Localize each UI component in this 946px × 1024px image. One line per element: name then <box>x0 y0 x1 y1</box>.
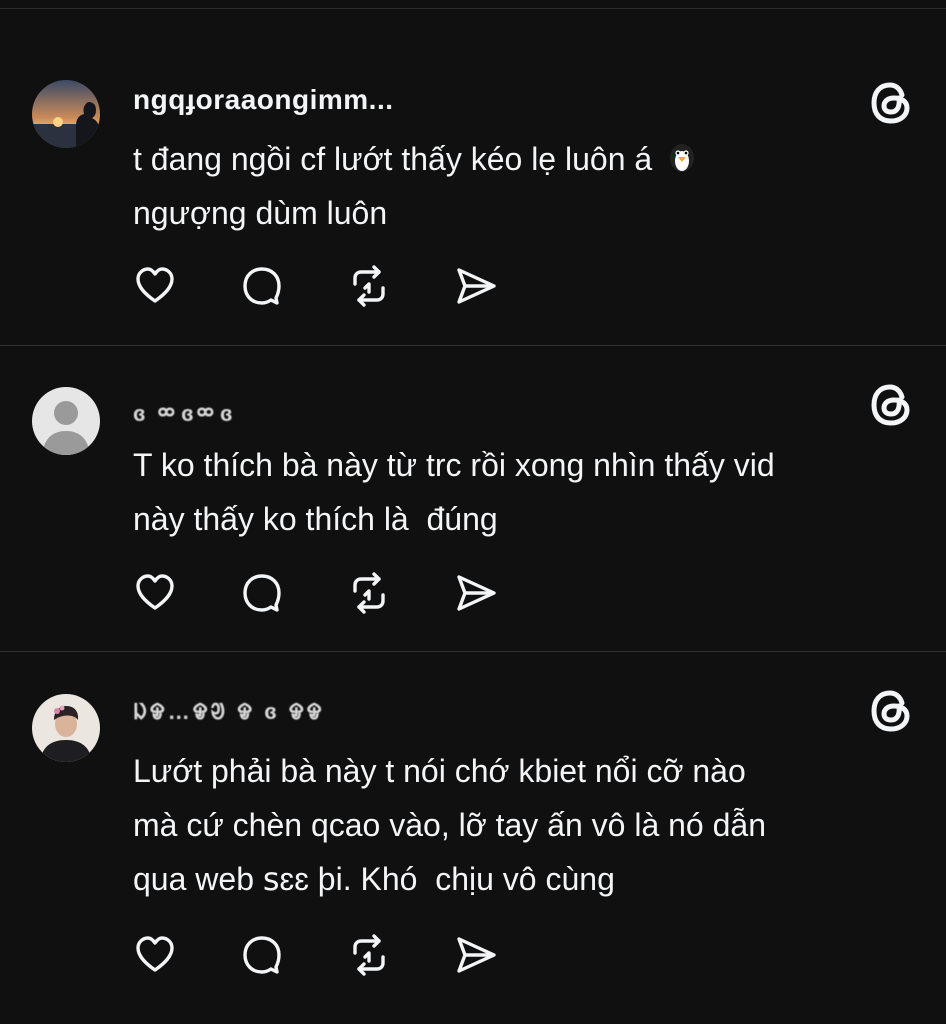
repost-icon <box>353 934 385 976</box>
username[interactable]: ᱡᱫ…ᱫᱣ ᱫ ɞ ᱫᱫ <box>133 696 325 726</box>
repost-icon <box>353 572 385 614</box>
comment-icon <box>243 574 281 612</box>
username[interactable]: ngqɟoraaongimm... <box>133 84 394 116</box>
person-avatar-image <box>32 694 100 762</box>
default-avatar-image <box>32 387 100 455</box>
reply-button[interactable] <box>240 933 284 977</box>
comment-icon <box>243 936 281 974</box>
action-bar <box>133 264 561 308</box>
threads-replies-screen: ngqɟoraaongimm... t đang ngồi cf lướt th… <box>0 0 946 1024</box>
like-button[interactable] <box>133 264 177 308</box>
repost-button[interactable] <box>347 264 391 308</box>
username[interactable]: ɞ ᢁ ɞᢁ ɞ <box>133 390 236 428</box>
share-button[interactable] <box>454 571 498 615</box>
action-bar <box>133 571 561 615</box>
action-bar <box>133 933 561 977</box>
send-icon <box>457 937 496 973</box>
threads-logo-icon[interactable] <box>866 380 916 430</box>
reply-button[interactable] <box>240 571 284 615</box>
repost-icon <box>353 265 385 307</box>
share-button[interactable] <box>454 264 498 308</box>
post-text: t đang ngồi cf lướt thấy kéo lẹ luôn á n… <box>133 132 923 240</box>
like-button[interactable] <box>133 571 177 615</box>
send-icon <box>457 268 496 304</box>
threads-logo-icon[interactable] <box>866 78 916 128</box>
threads-logo-icon[interactable] <box>866 686 916 736</box>
repost-button[interactable] <box>347 571 391 615</box>
post-text: Lướt phải bà này t nói chớ kbiet nổi cỡ … <box>133 753 766 897</box>
post-text-line: t đang ngồi cf lướt thấy kéo lẹ luôn á <box>133 141 653 177</box>
avatar[interactable] <box>32 387 100 455</box>
reply-button[interactable] <box>240 264 284 308</box>
heart-icon <box>136 574 174 610</box>
avatar[interactable] <box>32 694 100 762</box>
repost-button[interactable] <box>347 933 391 977</box>
top-divider <box>0 8 946 9</box>
reply-post[interactable]: ngqɟoraaongimm... t đang ngồi cf lướt th… <box>0 40 946 345</box>
post-text-line: ngượng dùm luôn <box>133 195 388 231</box>
sunset-avatar-image <box>32 80 100 148</box>
reply-post[interactable]: ᱡᱫ…ᱫᱣ ᱫ ɞ ᱫᱫ Lướt phải bà này t nói chớ … <box>0 652 946 1024</box>
post-text: T ko thích bà này từ trc rồi xong nhìn t… <box>133 447 775 537</box>
heart-icon <box>136 267 174 303</box>
penguin-icon <box>665 136 699 172</box>
send-icon <box>457 575 496 611</box>
share-button[interactable] <box>454 933 498 977</box>
like-button[interactable] <box>133 933 177 977</box>
comment-icon <box>243 267 281 305</box>
heart-icon <box>136 936 174 972</box>
reply-post[interactable]: ɞ ᢁ ɞᢁ ɞ T ko thích bà này từ trc rồi xo… <box>0 346 946 651</box>
avatar[interactable] <box>32 80 100 148</box>
